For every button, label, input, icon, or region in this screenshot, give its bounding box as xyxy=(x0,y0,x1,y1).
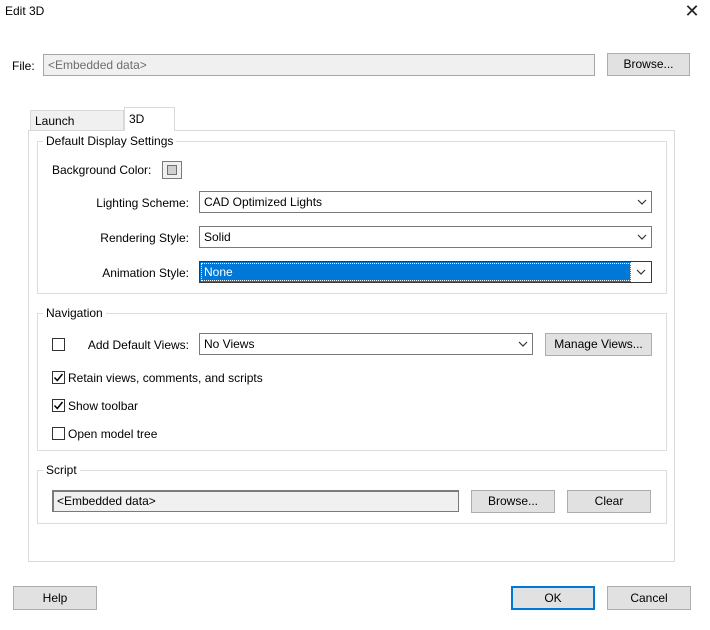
ok-button[interactable]: OK xyxy=(511,586,595,610)
close-icon[interactable]: ✕ xyxy=(682,2,702,22)
lighting-scheme-label: Lighting Scheme: xyxy=(96,196,189,210)
chevron-down-icon xyxy=(637,234,647,240)
open-model-tree-label: Open model tree xyxy=(68,427,158,441)
chevron-down-icon xyxy=(636,269,646,275)
animation-style-value: None xyxy=(204,265,233,279)
file-browse-button[interactable]: Browse... xyxy=(607,53,690,76)
script-browse-button[interactable]: Browse... xyxy=(471,490,555,513)
dropdown-button xyxy=(631,262,651,282)
rendering-style-value: Solid xyxy=(204,230,231,244)
tab-launch-settings[interactable]: Launch Settings xyxy=(30,110,124,148)
script-legend: Script xyxy=(43,463,80,477)
help-button[interactable]: Help xyxy=(13,586,97,610)
background-color-swatch[interactable] xyxy=(162,161,182,179)
navigation-legend: Navigation xyxy=(43,306,106,320)
default-views-select[interactable]: No Views xyxy=(199,333,533,355)
chevron-down-icon xyxy=(637,199,647,205)
checkmark-icon xyxy=(53,401,64,410)
show-toolbar-label: Show toolbar xyxy=(68,399,139,413)
background-color-preview xyxy=(167,165,177,175)
default-views-value: No Views xyxy=(204,337,255,351)
rendering-style-select[interactable]: Solid xyxy=(199,226,652,248)
rendering-style-label: Rendering Style: xyxy=(100,231,189,245)
animation-style-label: Animation Style: xyxy=(102,266,189,280)
window-title: Edit 3D xyxy=(5,4,45,18)
show-toolbar-checkbox[interactable] xyxy=(52,399,65,412)
open-model-tree-checkbox[interactable] xyxy=(52,427,65,440)
script-path-field: <Embedded data> xyxy=(52,490,459,512)
manage-views-button[interactable]: Manage Views... xyxy=(545,333,652,356)
cancel-button[interactable]: Cancel xyxy=(607,586,691,610)
background-color-label: Background Color: xyxy=(52,163,152,177)
display-settings-legend: Default Display Settings xyxy=(43,134,177,148)
lighting-scheme-value: CAD Optimized Lights xyxy=(204,195,323,209)
file-path-field: <Embedded data> xyxy=(43,54,595,76)
add-default-views-checkbox[interactable] xyxy=(52,338,65,351)
retain-views-label: Retain views, comments, and scripts xyxy=(68,371,263,385)
add-default-views-label: Add Default Views: xyxy=(87,338,189,352)
checkmark-icon xyxy=(53,373,64,382)
focus-rect xyxy=(201,263,631,281)
chevron-down-icon xyxy=(518,341,528,347)
lighting-scheme-select[interactable]: CAD Optimized Lights xyxy=(199,191,652,213)
script-clear-button[interactable]: Clear xyxy=(567,490,651,513)
retain-views-checkbox[interactable] xyxy=(52,371,65,384)
tab-3d[interactable]: 3D xyxy=(124,107,175,131)
file-label: File: xyxy=(12,59,35,73)
animation-style-select[interactable]: None xyxy=(199,261,652,283)
